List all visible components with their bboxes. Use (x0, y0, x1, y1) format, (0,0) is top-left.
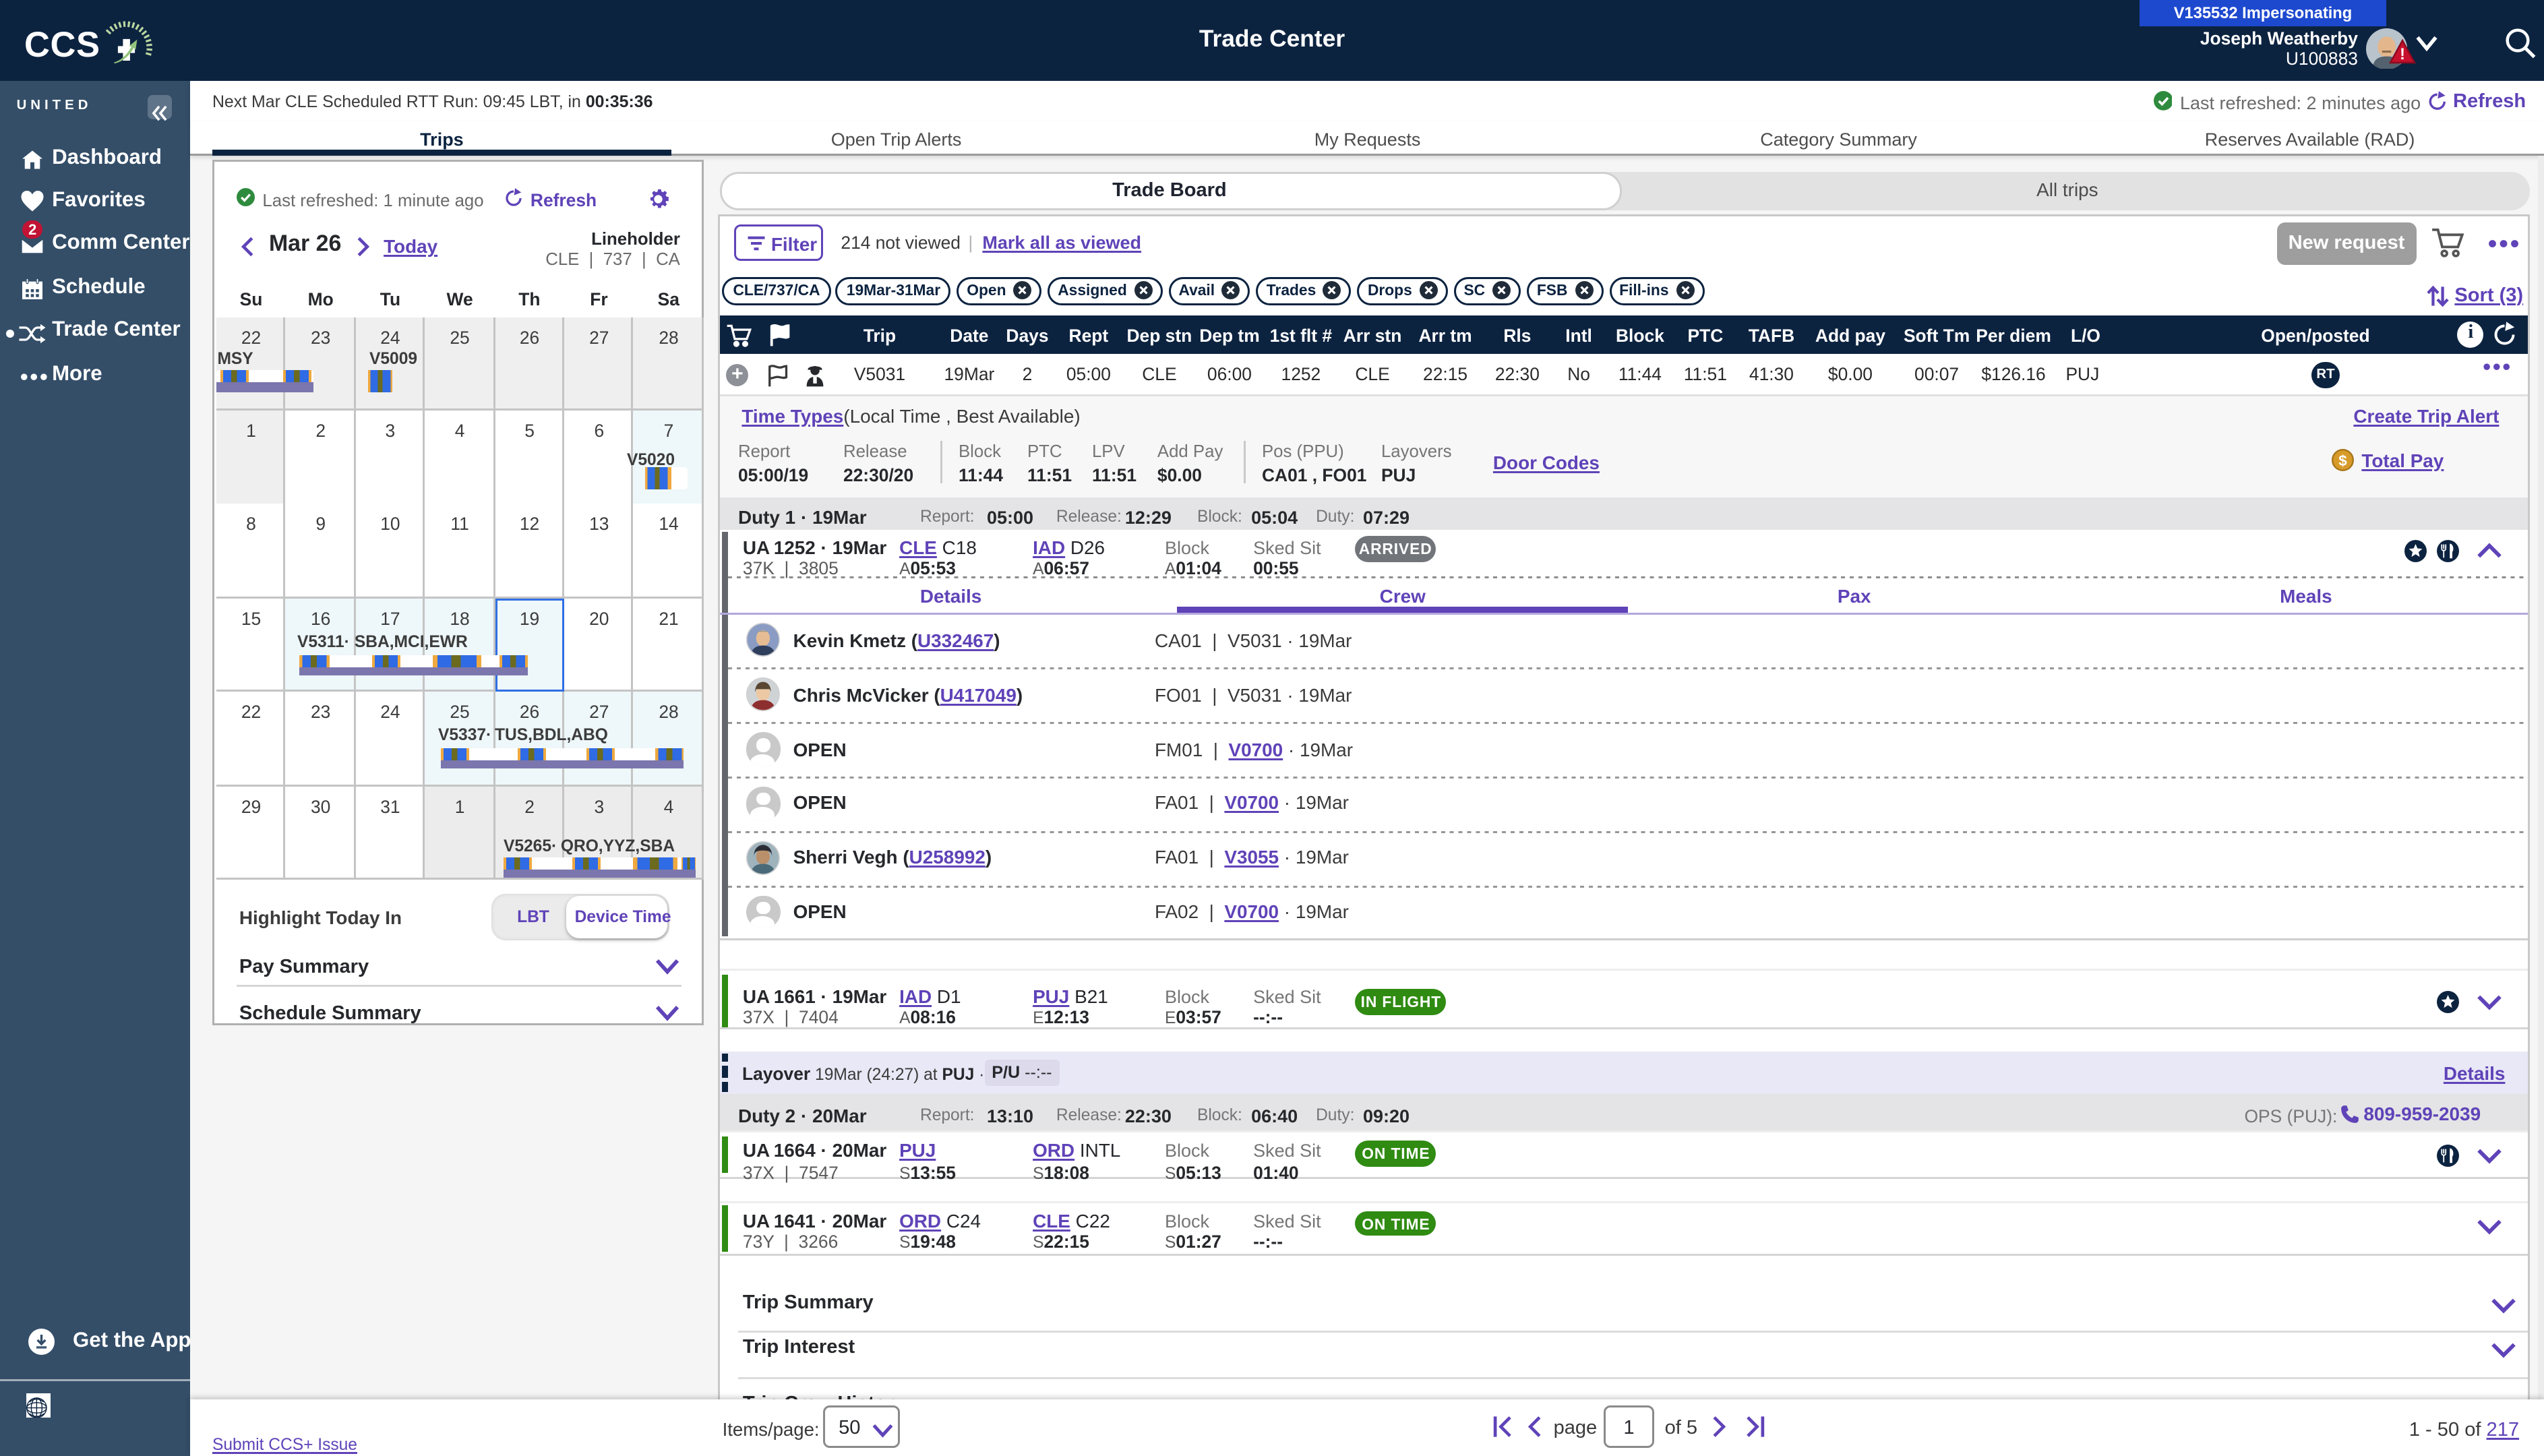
svg-text:$: $ (2340, 451, 2349, 468)
svg-text:!: ! (2400, 45, 2405, 63)
